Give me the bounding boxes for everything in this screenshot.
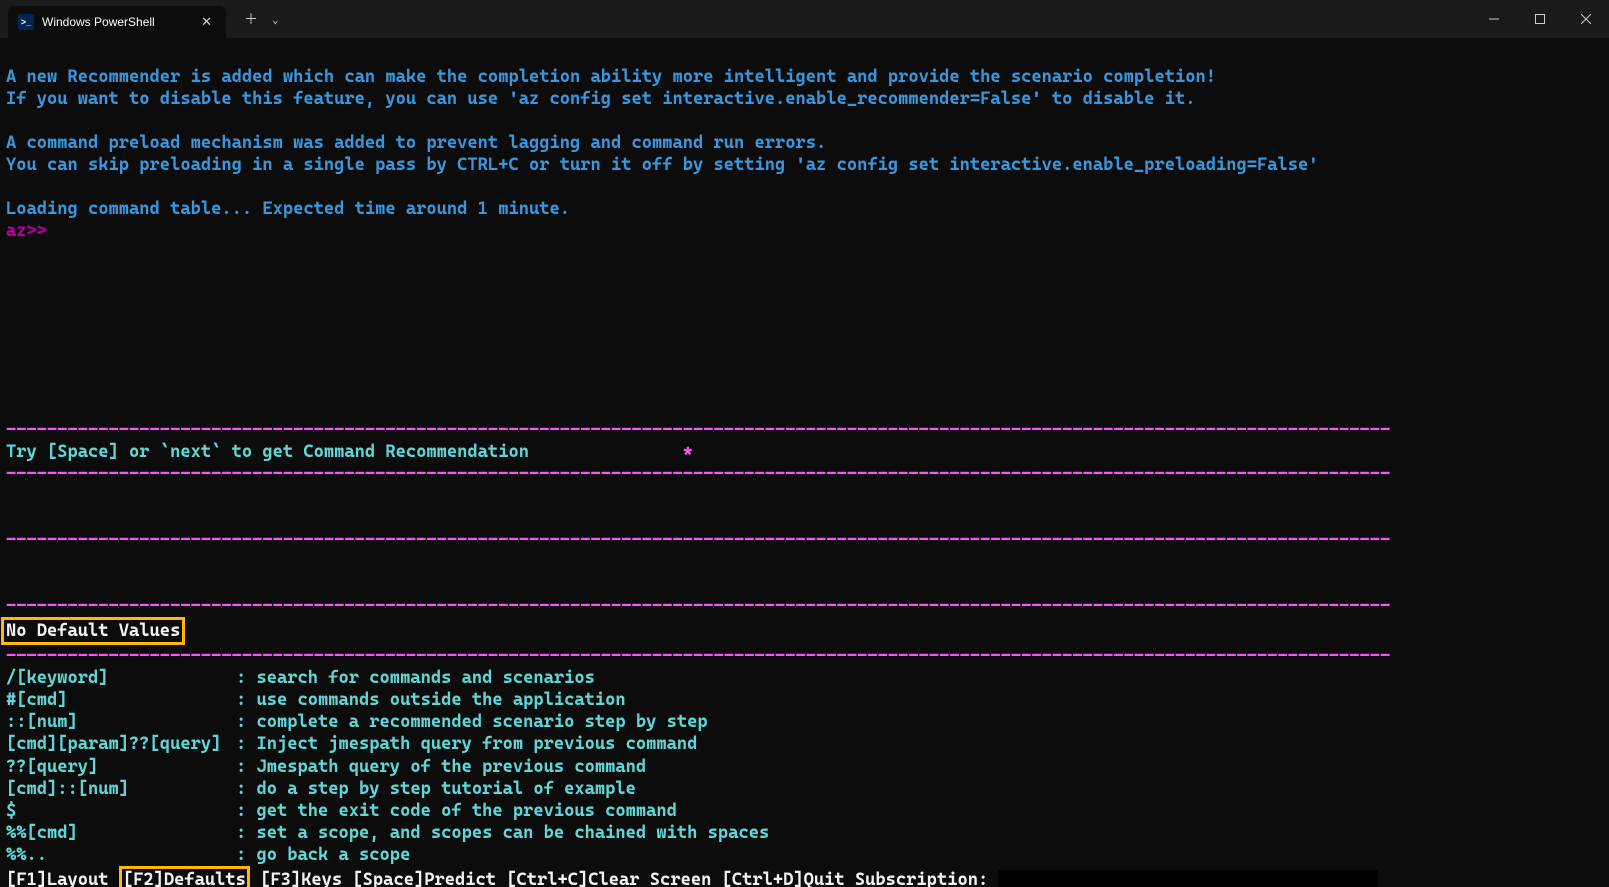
no-default-values: No Default Values — [6, 621, 180, 641]
maximize-button[interactable] — [1517, 0, 1563, 38]
help-row: ::[num]: complete a recommended scenario… — [6, 711, 1603, 733]
help-row: %%[cmd]: set a scope, and scopes can be … — [6, 822, 1603, 844]
preload-info-2: You can skip preloading in a single pass… — [6, 155, 1319, 175]
close-button[interactable] — [1563, 0, 1609, 38]
help-row: ??[query]: Jmespath query of the previou… — [6, 756, 1603, 778]
loading-text: Loading command table... Expected time a… — [6, 199, 570, 219]
help-row: [cmd]::[num]: do a step by step tutorial… — [6, 778, 1603, 800]
separator: ----------------------------------------… — [6, 530, 1390, 550]
separator: ----------------------------------------… — [6, 464, 1390, 484]
recommender-info-1: A new Recommender is added which can mak… — [6, 67, 1216, 87]
preload-info-1: A command preload mechanism was added to… — [6, 133, 826, 153]
window-controls — [1471, 0, 1609, 38]
help-row: #[cmd]: use commands outside the applica… — [6, 689, 1603, 711]
powershell-icon: >_ — [18, 14, 34, 30]
subscription-redacted — [998, 870, 1378, 887]
recommendation-hint: Try [Space] or `next` to get Command Rec… — [6, 442, 529, 462]
separator: ----------------------------------------… — [6, 646, 1390, 666]
minimize-button[interactable] — [1471, 0, 1517, 38]
help-row: [cmd][param]??[query]: Inject jmespath q… — [6, 733, 1603, 755]
help-row: $: get the exit code of the previous com… — [6, 800, 1603, 822]
recommender-info-2: If you want to disable this feature, you… — [6, 89, 1195, 109]
terminal-output[interactable]: A new Recommender is added which can mak… — [0, 38, 1609, 887]
separator: ----------------------------------------… — [6, 596, 1390, 616]
tab-close-button[interactable]: ✕ — [197, 12, 216, 32]
tab-powershell[interactable]: >_ Windows PowerShell ✕ — [8, 6, 226, 38]
new-tab-button[interactable]: ＋ — [236, 5, 266, 33]
footer-bar: [F1]Layout [F2]Defaults [F3]Keys [Space]… — [6, 870, 1378, 887]
star-icon: * — [683, 442, 693, 462]
no-default-values-highlight: No Default Values — [1, 617, 185, 645]
help-row: /[keyword]: search for commands and scen… — [6, 667, 1603, 689]
prompt: az>> — [6, 221, 47, 241]
help-row: %%..: go back a scope — [6, 844, 1603, 866]
tab-title: Windows PowerShell — [42, 15, 189, 29]
f2-defaults-highlight: [F2]Defaults — [119, 866, 250, 887]
separator: ----------------------------------------… — [6, 420, 1390, 440]
tab-dropdown-button[interactable]: ⌄ — [266, 9, 285, 30]
titlebar: >_ Windows PowerShell ✕ ＋ ⌄ — [0, 0, 1609, 38]
